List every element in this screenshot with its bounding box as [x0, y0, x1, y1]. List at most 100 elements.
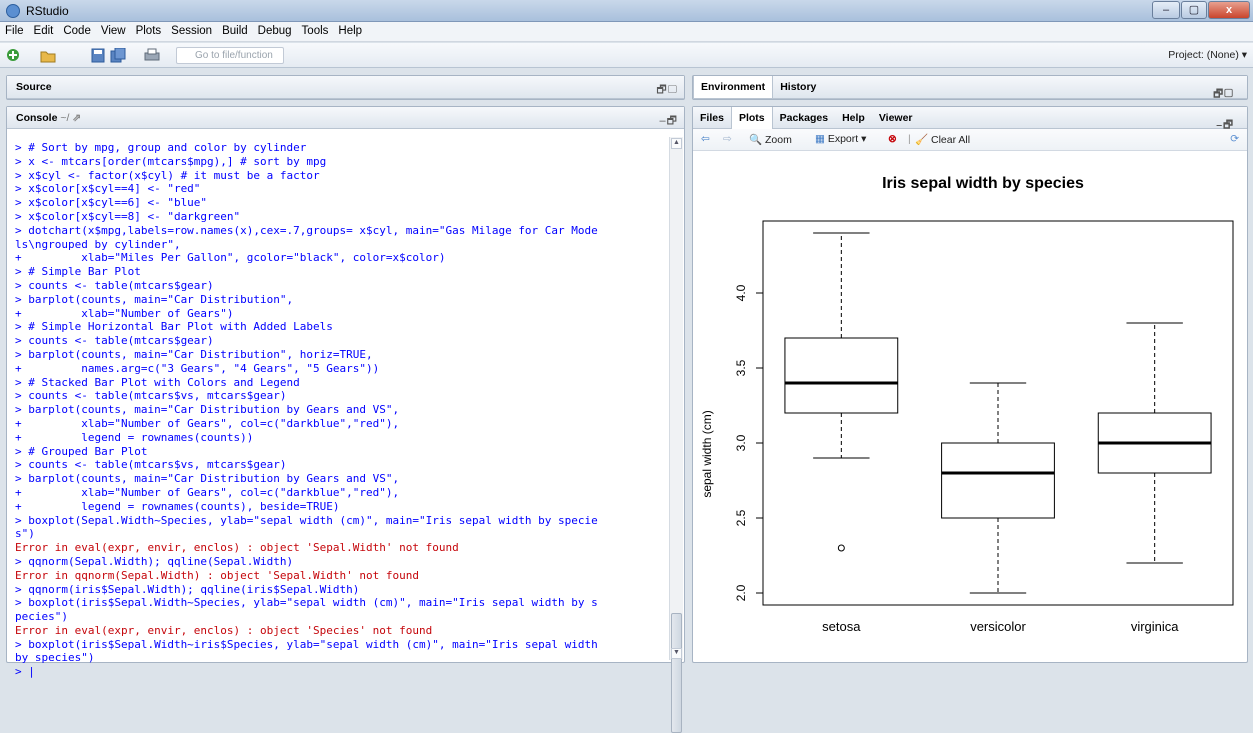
minimize-button[interactable]: – — [1152, 1, 1180, 19]
pane-minmax-icon[interactable]: –🗗 — [660, 112, 678, 131]
console-line: > barplot(counts, main="Car Distribution… — [15, 403, 400, 417]
menu-plots[interactable]: Plots — [131, 22, 167, 37]
console-line: > counts <- table(mtcars$vs, mtcars$gear… — [15, 389, 287, 403]
console-title: Console ~/ ⇗ — [16, 112, 81, 124]
back-arrow-icon[interactable]: ⇦ — [701, 133, 710, 145]
clear-all-label: Clear All — [931, 134, 971, 146]
console-path: ~/ — [60, 112, 70, 124]
console-line: > x$color[x$cyl==6] <- "blue" — [15, 196, 208, 210]
tab-packages[interactable]: Packages — [773, 107, 835, 129]
outlier-point — [837, 544, 845, 552]
console-line: > x <- mtcars[order(mtcars$mpg),] # sort… — [15, 154, 327, 168]
plot-toolbar: ⇦ ⇨ 🔍 Zoom ▦ Export ▾ ⊗ | 🧹 Clear All ⟳ — [693, 129, 1247, 151]
x-tick-label: virginica — [1131, 619, 1179, 634]
scroll-up-icon[interactable]: ▲ — [671, 138, 682, 149]
y-tick-label: 4.0 — [734, 284, 748, 301]
menu-help[interactable]: Help — [333, 22, 367, 37]
maximize-button[interactable]: ▢ — [1181, 1, 1207, 19]
console-output[interactable]: > # Sort by mpg, group and color by cyli… — [15, 141, 665, 679]
refresh-icon[interactable]: ⟳ — [1230, 133, 1239, 145]
console-line: ls\ngrouped by cylinder", — [15, 237, 181, 251]
broom-icon: 🧹 — [915, 134, 929, 146]
environment-tabs: Environment History 🗗▢ — [693, 76, 1247, 100]
goto-dir-icon[interactable]: ⇗ — [72, 112, 81, 124]
menu-file[interactable]: File — [0, 22, 29, 37]
environment-pane: Environment History 🗗▢ — [692, 75, 1248, 100]
console-line: > # Simple Bar Plot — [15, 265, 141, 279]
menu-build[interactable]: Build — [217, 22, 253, 37]
console-line: > qqnorm(Sepal.Width); qqline(Sepal.Widt… — [15, 554, 294, 568]
save-all-icon[interactable] — [110, 48, 126, 63]
console-line: pecies") — [15, 610, 68, 624]
x-tick-label: versicolor — [970, 619, 1026, 634]
export-icon: ▦ — [815, 133, 825, 145]
menu-view[interactable]: View — [96, 22, 131, 37]
pane-restore-icon[interactable]: 🗗▢ — [1206, 81, 1241, 103]
console-line: > dotchart(x$mpg,labels=row.names(x),cex… — [15, 223, 598, 237]
console-scrollbar[interactable]: ▲ ▼ — [669, 137, 683, 733]
console-line: by species") — [15, 651, 95, 665]
boxplot-chart: Iris sepal width by species sepal width … — [700, 175, 1234, 634]
plots-pane: Files Plots Packages Help Viewer –🗗 ⇦ ⇨ 🔍 Zo… — [692, 106, 1248, 663]
console-line: + names.arg=c("3 Gears", "4 Gears", "5 G… — [15, 361, 380, 375]
window-title: RStudio — [26, 4, 69, 18]
console-line: > x$color[x$cyl==8] <- "darkgreen" — [15, 209, 241, 223]
console-line: > boxplot(iris$Sepal.Width~Species, ylab… — [15, 596, 598, 610]
chart-y-label: sepal width (cm) — [700, 410, 714, 497]
zoom-icon: 🔍 — [749, 134, 763, 146]
tab-history[interactable]: History — [773, 76, 823, 98]
scrollbar-thumb[interactable] — [671, 613, 682, 733]
forward-arrow-icon[interactable]: ⇨ — [723, 133, 732, 145]
x-tick-label: setosa — [822, 619, 861, 634]
export-button[interactable]: ▦ Export ▾ — [815, 133, 866, 145]
rstudio-logo-icon — [6, 4, 20, 18]
main-toolbar: Go to file/function Project: (None) ▾ — [0, 43, 1253, 68]
menu-edit[interactable]: Edit — [29, 22, 59, 37]
box-setosa — [784, 337, 899, 414]
remove-plot-icon[interactable]: ⊗ — [888, 133, 897, 145]
console-line: + legend = rownames(counts)) — [15, 430, 254, 444]
console-line: > barplot(counts, main="Car Distribution… — [15, 292, 294, 306]
print-icon[interactable] — [144, 48, 160, 63]
console-line: > counts <- table(mtcars$vs, mtcars$gear… — [15, 458, 287, 472]
y-tick-label: 3.5 — [734, 359, 748, 376]
console-line: + legend = rownames(counts), beside=TRUE… — [15, 499, 340, 513]
box-versicolor — [941, 442, 1055, 519]
tab-environment[interactable]: Environment — [693, 76, 774, 98]
y-tick-label: 2.0 — [734, 584, 748, 601]
zoom-button[interactable]: 🔍 Zoom — [749, 133, 792, 146]
menu-code[interactable]: Code — [58, 22, 96, 37]
tab-viewer[interactable]: Viewer — [872, 107, 920, 129]
console-pane-header: Console ~/ ⇗ –🗗 — [7, 107, 684, 129]
menu-debug[interactable]: Debug — [253, 22, 297, 37]
console-line: > barplot(counts, main="Car Distribution… — [15, 347, 373, 361]
console-line: > x$color[x$cyl==4] <- "red" — [15, 182, 201, 196]
console-title-text: Console — [16, 112, 58, 124]
menu-session[interactable]: Session — [166, 22, 217, 37]
console-line: Error in eval(expr, envir, enclos) : obj… — [15, 541, 459, 555]
save-icon[interactable] — [90, 48, 106, 63]
console-line: > counts <- table(mtcars$gear) — [15, 334, 214, 348]
console-line: > boxplot(iris$Sepal.Width~iris$Species,… — [15, 637, 598, 651]
tab-files[interactable]: Files — [693, 107, 731, 129]
menu-tools[interactable]: Tools — [297, 22, 334, 37]
goto-file-input[interactable]: Go to file/function — [176, 47, 284, 64]
console-line: > boxplot(Sepal.Width~Species, ylab="sep… — [15, 513, 598, 527]
close-button[interactable]: x — [1208, 1, 1250, 19]
console-line: Error in eval(expr, envir, enclos) : obj… — [15, 623, 433, 637]
console-line: > # Grouped Bar Plot — [15, 444, 148, 458]
console-line: + xlab="Number of Gears", col=c("darkblu… — [15, 416, 400, 430]
pane-restore-icon[interactable]: 🗗▢ — [656, 81, 678, 100]
scroll-down-icon[interactable]: ▼ — [671, 648, 682, 659]
open-project-icon[interactable] — [40, 48, 56, 63]
separator: | — [908, 133, 911, 145]
console-line: + xlab="Number of Gears") — [15, 306, 234, 320]
export-label: Export ▾ — [827, 133, 867, 145]
project-menu[interactable]: Project: (None) ▾ — [1168, 49, 1247, 61]
plots-pane-tabs: Files Plots Packages Help Viewer –🗗 — [693, 107, 1247, 131]
new-file-icon[interactable] — [6, 48, 22, 63]
tab-help[interactable]: Help — [835, 107, 872, 129]
console-line: > counts <- table(mtcars$gear) — [15, 278, 214, 292]
tab-plots[interactable]: Plots — [730, 107, 773, 129]
clear-all-button[interactable]: 🧹 Clear All — [915, 133, 970, 146]
